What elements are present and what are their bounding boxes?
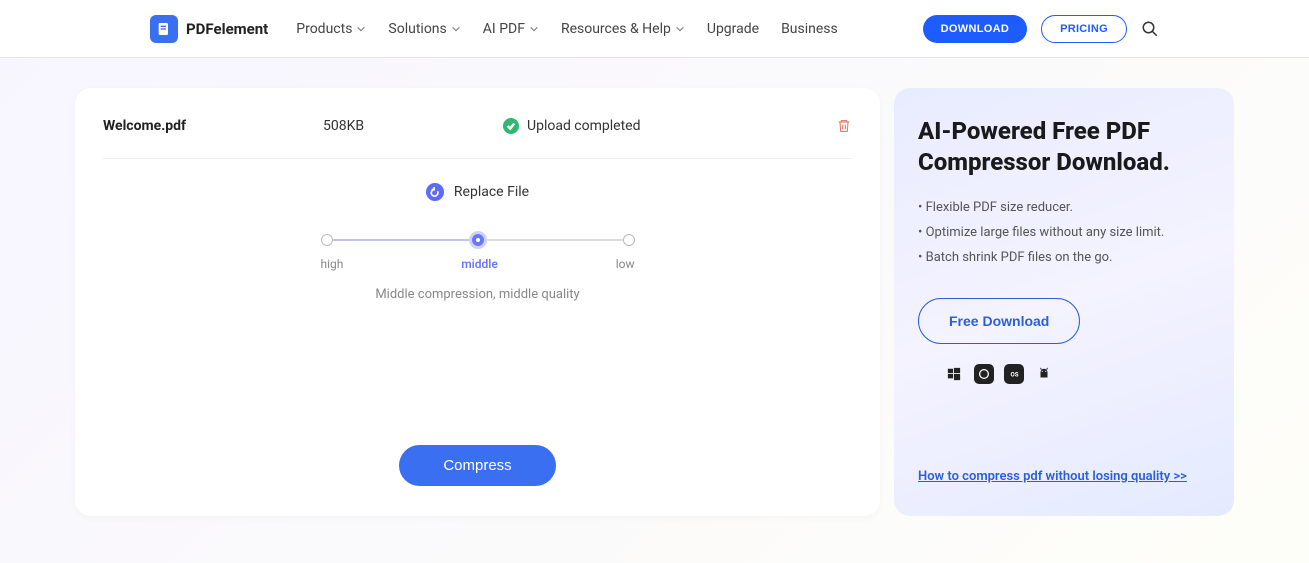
- promo-bullet: • Batch shrink PDF files on the go.: [918, 246, 1210, 271]
- android-icon: [1034, 364, 1054, 384]
- replace-file-button[interactable]: Replace File: [103, 183, 852, 201]
- nav-solutions-label: Solutions: [388, 21, 446, 37]
- slider-line: [487, 239, 623, 241]
- nav-resources[interactable]: Resources & Help: [561, 21, 685, 37]
- ios-icon: OS: [1004, 364, 1024, 384]
- howto-link[interactable]: How to compress pdf without losing quali…: [918, 469, 1187, 484]
- promo-panel: AI-Powered Free PDF Compressor Download.…: [894, 88, 1234, 516]
- nav-upgrade[interactable]: Upgrade: [707, 21, 759, 37]
- slider-stop-high[interactable]: [321, 234, 333, 246]
- slider-description: Middle compression, middle quality: [321, 287, 635, 302]
- logo[interactable]: PDFelement: [150, 15, 268, 43]
- pricing-button[interactable]: PRICING: [1041, 15, 1127, 43]
- nav-products-label: Products: [296, 21, 352, 37]
- replace-icon: [426, 183, 444, 201]
- nav-products[interactable]: Products: [296, 21, 366, 37]
- replace-file-label: Replace File: [454, 184, 529, 200]
- check-icon: [503, 118, 519, 134]
- file-status: Upload completed: [503, 118, 641, 134]
- promo-bullets: • Flexible PDF size reducer. • Optimize …: [918, 196, 1210, 270]
- file-row: Welcome.pdf 508KB Upload completed: [103, 118, 852, 159]
- slider-stop-low[interactable]: [623, 234, 635, 246]
- header: PDFelement Products Solutions AI PDF Res…: [0, 0, 1309, 58]
- slider-stop-middle[interactable]: [469, 231, 487, 249]
- search-icon[interactable]: [1141, 20, 1159, 38]
- slider-label-low: low: [616, 257, 635, 271]
- file-name: Welcome.pdf: [103, 118, 323, 134]
- delete-file-button[interactable]: [836, 118, 852, 134]
- nav-ai-pdf-label: AI PDF: [483, 21, 525, 37]
- macos-icon: [974, 364, 994, 384]
- chevron-down-icon: [675, 24, 685, 34]
- nav: Products Solutions AI PDF Resources & He…: [296, 21, 838, 37]
- brand-name: PDFelement: [186, 20, 268, 38]
- main: Welcome.pdf 508KB Upload completed Repla…: [0, 58, 1309, 516]
- windows-icon: [944, 364, 964, 384]
- logo-icon: [150, 15, 178, 43]
- slider-line: [333, 239, 469, 241]
- chevron-down-icon: [356, 24, 366, 34]
- file-size: 508KB: [323, 118, 503, 134]
- promo-bullet: • Optimize large files without any size …: [918, 221, 1210, 246]
- chevron-down-icon: [529, 24, 539, 34]
- compress-button[interactable]: Compress: [399, 445, 555, 486]
- free-download-button[interactable]: Free Download: [918, 298, 1080, 344]
- slider-label-high: high: [321, 257, 344, 271]
- download-button[interactable]: DOWNLOAD: [923, 15, 1027, 43]
- promo-title: AI-Powered Free PDF Compressor Download.: [918, 116, 1210, 178]
- nav-solutions[interactable]: Solutions: [388, 21, 460, 37]
- chevron-down-icon: [451, 24, 461, 34]
- slider-label-middle: middle: [461, 257, 498, 271]
- compressor-panel: Welcome.pdf 508KB Upload completed Repla…: [75, 88, 880, 516]
- promo-bullet: • Flexible PDF size reducer.: [918, 196, 1210, 221]
- file-status-text: Upload completed: [527, 118, 641, 134]
- nav-ai-pdf[interactable]: AI PDF: [483, 21, 539, 37]
- compression-slider[interactable]: high middle low Middle compression, midd…: [321, 231, 635, 302]
- svg-text:OS: OS: [1011, 372, 1019, 379]
- nav-business-label: Business: [781, 21, 838, 37]
- nav-resources-label: Resources & Help: [561, 21, 671, 37]
- platform-icons: OS: [918, 364, 1210, 384]
- nav-upgrade-label: Upgrade: [707, 21, 759, 37]
- nav-business[interactable]: Business: [781, 21, 838, 37]
